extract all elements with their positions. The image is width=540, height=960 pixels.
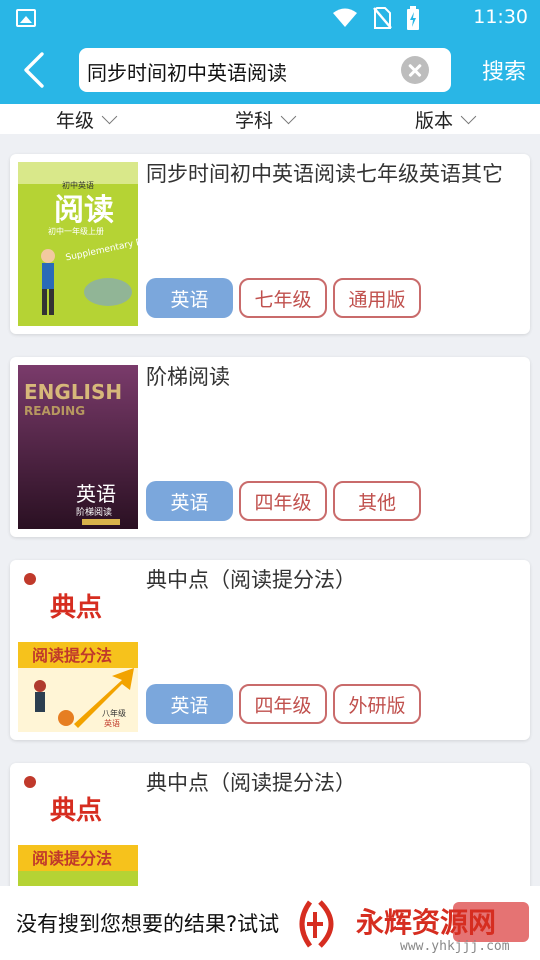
no-result-message: 没有搜到您想要的结果?试试	[16, 912, 280, 936]
tag-group: 英语 七年级 通用版	[146, 278, 421, 318]
book-cover: 典点 阅读提分法 八年级 英语	[18, 568, 138, 732]
watermark-url: www.yhkjjj.com	[400, 939, 510, 954]
tag-group: 英语 四年级 其他	[146, 481, 421, 521]
app-bar: 同步时间初中英语阅读 搜索	[0, 36, 540, 104]
cover-english-1: ENGLISH	[24, 380, 122, 404]
cover-title: 阅读	[54, 193, 114, 228]
search-input[interactable]: 同步时间初中英语阅读	[79, 48, 451, 92]
cover-brand: 典点	[50, 795, 102, 826]
edition-tag: 外研版	[333, 684, 421, 724]
search-input-value: 同步时间初中英语阅读	[87, 61, 287, 85]
filter-subject-label: 学科	[235, 110, 274, 132]
edition-tag: 通用版	[333, 278, 421, 318]
filter-bar: 年级 学科 版本	[0, 104, 540, 134]
watermark-text: 永辉资源网	[356, 906, 496, 939]
result-title: 同步时间初中英语阅读七年级英语其它	[146, 162, 503, 186]
status-time: 11:30	[473, 6, 528, 28]
cover-english-2: READING	[24, 404, 85, 418]
grade-tag: 四年级	[239, 481, 327, 521]
filter-grade[interactable]: 年级	[56, 106, 118, 133]
cover-band: 阅读提分法	[32, 849, 112, 868]
tag-group: 英语 四年级 外研版	[146, 684, 421, 724]
subject-tag: 英语	[146, 684, 233, 724]
status-bar: 11:30	[0, 0, 540, 36]
cover-brand: 典点	[50, 592, 102, 623]
chevron-left-icon	[24, 52, 44, 88]
wifi-icon	[333, 8, 357, 27]
cover-title: 英语	[76, 482, 116, 506]
no-sim-icon	[373, 7, 392, 29]
grade-tag: 七年级	[239, 278, 327, 318]
cover-subtitle: 初中一年级上册	[48, 226, 104, 236]
cover-subtitle: 阶梯阅读	[76, 506, 112, 518]
search-button[interactable]: 搜索	[482, 54, 526, 86]
filter-subject[interactable]: 学科	[235, 106, 297, 133]
book-cover: 初中英语 阅读 初中一年级上册 Supplementary Reading	[18, 162, 138, 326]
clear-icon[interactable]	[401, 56, 429, 84]
result-card[interactable]: 典点 阅读提分法 八年级 英语 典中点（阅读提分法） 英语 四年级 外研版	[10, 560, 530, 740]
chevron-down-icon	[280, 108, 297, 125]
chevron-down-icon	[101, 108, 118, 125]
grade-tag: 四年级	[239, 684, 327, 724]
result-card[interactable]: ENGLISH READING 英语 阶梯阅读 阶梯阅读 英语 四年级 其他	[10, 357, 530, 537]
cover-corner: 八年级	[102, 708, 126, 718]
battery-charging-icon	[407, 6, 419, 30]
status-icons	[332, 6, 420, 30]
cover-band: 阅读提分法	[32, 646, 112, 665]
filter-edition[interactable]: 版本	[415, 106, 477, 133]
chevron-down-icon	[460, 108, 477, 125]
filter-edition-label: 版本	[415, 110, 454, 132]
result-title: 典中点（阅读提分法）	[146, 568, 356, 592]
book-cover: ENGLISH READING 英语 阶梯阅读	[18, 365, 138, 529]
cover-corner-2: 英语	[104, 718, 120, 728]
result-title: 典中点（阅读提分法）	[146, 771, 356, 795]
result-title: 阶梯阅读	[146, 365, 230, 389]
edition-tag: 其他	[333, 481, 421, 521]
filter-grade-label: 年级	[56, 110, 95, 132]
subject-tag: 英语	[146, 481, 233, 521]
result-card[interactable]: 初中英语 阅读 初中一年级上册 Supplementary Reading 同步…	[10, 154, 530, 334]
watermark-logo: 永辉资源网 www.yhkjjj.com	[299, 900, 510, 954]
subject-tag: 英语	[146, 278, 233, 318]
gallery-icon	[16, 9, 36, 27]
back-button[interactable]	[14, 48, 54, 92]
cover-header: 初中英语	[62, 180, 94, 190]
